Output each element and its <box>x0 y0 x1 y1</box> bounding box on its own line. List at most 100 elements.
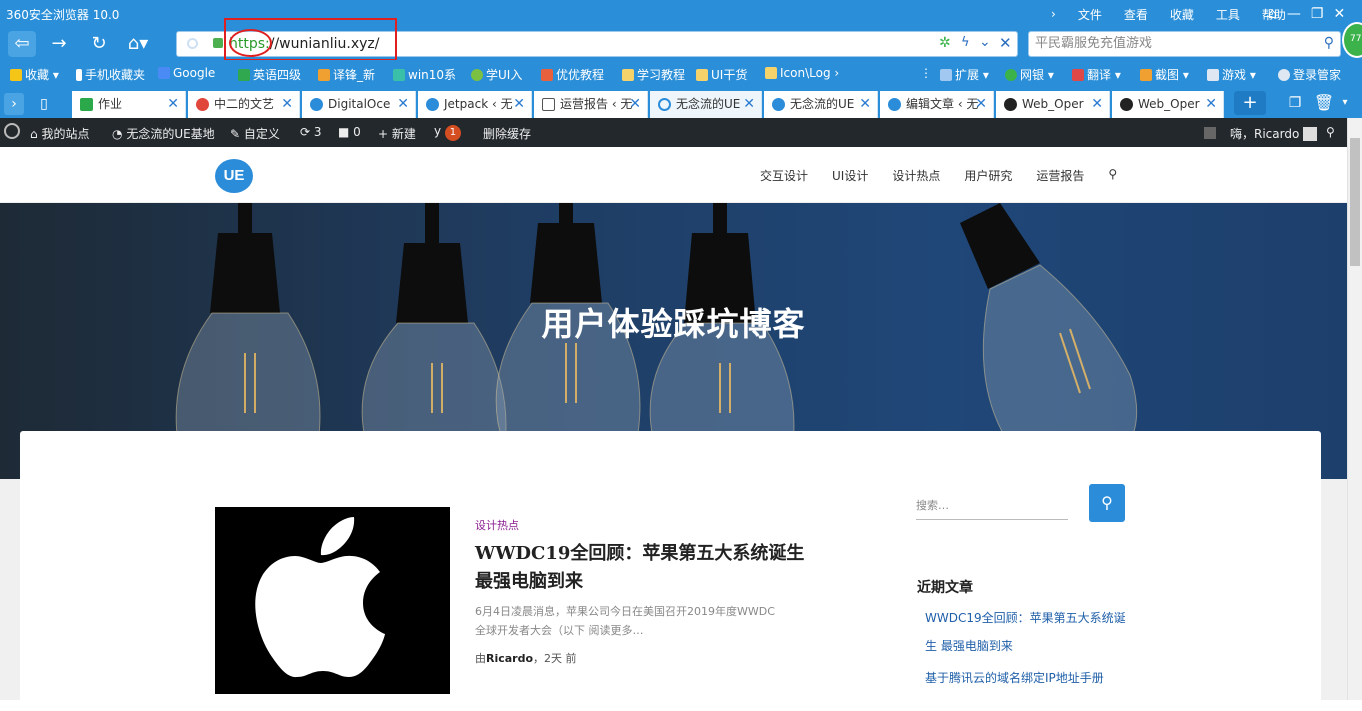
ext-screenshot[interactable]: 截图 ▾ <box>1140 66 1189 83</box>
admin-search-icon[interactable]: ⚲ <box>1326 125 1335 139</box>
site-logo[interactable]: UE <box>215 159 253 193</box>
tab-close-icon[interactable]: ✕ <box>513 91 525 118</box>
fav-google[interactable]: Google <box>158 66 215 80</box>
clear-url-icon[interactable]: ✕ <box>999 34 1012 52</box>
menu-tools[interactable]: 工具 <box>1205 6 1251 23</box>
search-box[interactable]: ⚲ <box>1028 31 1341 57</box>
recent-post-link[interactable]: 基于腾讯云的域名绑定IP地址手册 <box>925 664 1130 692</box>
user-greeting[interactable]: 嗨，Ricardo <box>1230 125 1318 142</box>
menu-view[interactable]: 查看 <box>1113 6 1159 23</box>
tab-close-icon[interactable]: ✕ <box>1205 91 1217 118</box>
my-sites[interactable]: ⌂ 我的站点 <box>30 125 89 142</box>
fav-translate[interactable]: 译锋_新 <box>318 66 375 83</box>
mobile-icon[interactable]: ▯ <box>34 93 54 115</box>
recent-post-link[interactable]: WWDC19全回顾：苹果第五大系统诞生 最强电脑到来 <box>925 604 1130 660</box>
nav-user-research[interactable]: 用户研究 <box>964 167 1012 184</box>
page-info-icon[interactable] <box>187 38 198 49</box>
minimize-icon[interactable]: — <box>1287 6 1301 22</box>
updates[interactable]: ⟳ 3 <box>300 125 322 139</box>
ext-translate[interactable]: 翻译 ▾ <box>1072 66 1121 83</box>
tab-menu-icon[interactable]: ▾ <box>1338 91 1352 115</box>
github-icon <box>1120 98 1133 111</box>
loading-icon <box>658 98 671 111</box>
fav-win10[interactable]: win10系 <box>393 66 456 83</box>
tab-4[interactable]: Jetpack ‹ 无 ✕ <box>418 91 532 118</box>
tab-2[interactable]: 中二的文艺 ✕ <box>188 91 300 118</box>
tab-close-icon[interactable]: ✕ <box>1091 91 1103 118</box>
tab-7[interactable]: 无念流的UE ✕ <box>764 91 878 118</box>
restore-icon[interactable]: ❐ <box>1311 6 1324 22</box>
new-content[interactable]: + 新建 <box>378 125 416 142</box>
screen-icon[interactable] <box>1204 127 1216 139</box>
tab-homework[interactable]: 作业 ✕ <box>72 91 186 118</box>
post-title[interactable]: WWDC19全回顾：苹果第五大系统诞生 最强电脑到来 <box>475 540 815 596</box>
yoast-seo[interactable]: y 1 <box>434 124 461 141</box>
menu-favorites[interactable]: 收藏 <box>1159 6 1205 23</box>
tab-8[interactable]: 编辑文章 ‹ 无 ✕ <box>880 91 994 118</box>
security-check-icon[interactable]: ✲ <box>939 35 951 51</box>
search-icon[interactable]: ⚲ <box>1324 35 1334 51</box>
nav-ui-design[interactable]: UI设计 <box>832 167 868 184</box>
post-category[interactable]: 设计热点 <box>475 517 519 533</box>
nav-operations-report[interactable]: 运营报告 <box>1036 167 1084 184</box>
ext-extensions[interactable]: 扩展 ▾ <box>940 66 989 83</box>
home-button[interactable]: ⌂▾ <box>120 31 156 57</box>
post-author[interactable]: Ricardo <box>486 652 533 665</box>
refresh-button[interactable]: ↻ <box>84 31 114 57</box>
fav-cet4[interactable]: 英语四级 <box>238 66 301 83</box>
ext-bank[interactable]: 网银 ▾ <box>1005 66 1054 83</box>
restore-tabs-icon[interactable]: ❐ <box>1284 91 1306 115</box>
ext-games[interactable]: 游戏 ▾ <box>1207 66 1256 83</box>
site-name[interactable]: ◔ 无念流的UE基地 <box>112 125 215 142</box>
fav-folder-ui[interactable]: UI干货 <box>696 66 747 83</box>
fav-folder-icon[interactable]: Icon\Log › <box>765 66 839 80</box>
post-thumbnail[interactable] <box>215 507 450 694</box>
fav-more-icon[interactable]: ⋮ <box>920 66 932 80</box>
menu-expand-icon[interactable]: › <box>1040 7 1067 21</box>
skin-icon[interactable]: ⌂ <box>1268 6 1277 22</box>
fav-folder-study[interactable]: 学习教程 <box>622 66 685 83</box>
tab-close-icon[interactable]: ✕ <box>629 91 641 118</box>
tab-close-icon[interactable]: ✕ <box>281 91 293 118</box>
wordpress-icon[interactable] <box>4 123 20 139</box>
tab-close-icon[interactable]: ✕ <box>397 91 409 118</box>
scrollbar-thumb[interactable] <box>1350 138 1360 266</box>
sidebar-search-input[interactable] <box>916 499 1066 512</box>
speed-icon[interactable]: ϟ <box>961 35 970 50</box>
fav-learn-ui[interactable]: 学UI入 <box>471 66 522 83</box>
clear-cache[interactable]: 删除缓存 <box>483 125 531 142</box>
fav-star-item[interactable]: 收藏 ▾ <box>10 66 59 83</box>
nav-design-hot[interactable]: 设计热点 <box>892 167 940 184</box>
tab-9[interactable]: Web_Oper ✕ <box>996 91 1110 118</box>
nav-interaction-design[interactable]: 交互设计 <box>760 167 808 184</box>
fav-mobile[interactable]: 手机收藏夹 <box>76 66 145 83</box>
tab-6-active[interactable]: 无念流的UE ✕ <box>650 91 762 118</box>
nav-search-icon[interactable]: ⚲ <box>1108 167 1117 184</box>
sidebar-toggle-icon[interactable]: › <box>4 93 24 115</box>
forward-button[interactable]: → <box>44 31 74 57</box>
page-scrollbar[interactable] <box>1347 118 1362 700</box>
lock-icon <box>213 38 223 48</box>
menu-file[interactable]: 文件 <box>1067 6 1113 23</box>
chevron-down-icon[interactable]: ⌄ <box>979 34 991 50</box>
tab-5[interactable]: 运营报告 ‹ 无 ✕ <box>534 91 648 118</box>
tab-close-icon[interactable]: ✕ <box>743 91 755 118</box>
search-input[interactable] <box>1035 36 1315 51</box>
app-title: 360安全浏览器 10.0 <box>6 7 120 22</box>
comments[interactable]: ■ 0 <box>338 125 361 139</box>
tab-3[interactable]: DigitalOce ✕ <box>302 91 416 118</box>
tab-close-icon[interactable]: ✕ <box>975 91 987 118</box>
tab-close-icon[interactable]: ✕ <box>859 91 871 118</box>
customize[interactable]: ✎ 自定义 <box>230 125 280 142</box>
trash-icon[interactable]: 🗑 <box>1312 91 1336 115</box>
sidebar-search-button[interactable]: ⚲ <box>1089 484 1125 522</box>
annotation-circle <box>229 29 272 57</box>
tab-close-icon[interactable]: ✕ <box>167 91 179 118</box>
back-button[interactable]: ⇦ <box>8 31 36 57</box>
recent-posts-heading: 近期文章 <box>917 580 973 596</box>
close-icon[interactable]: ✕ <box>1333 6 1345 22</box>
fav-youyou[interactable]: 优优教程 <box>541 66 604 83</box>
ext-login-manager[interactable]: 登录管家 <box>1278 66 1341 83</box>
new-tab-button[interactable]: + <box>1234 91 1266 115</box>
tab-10[interactable]: Web_Oper ✕ <box>1112 91 1224 118</box>
